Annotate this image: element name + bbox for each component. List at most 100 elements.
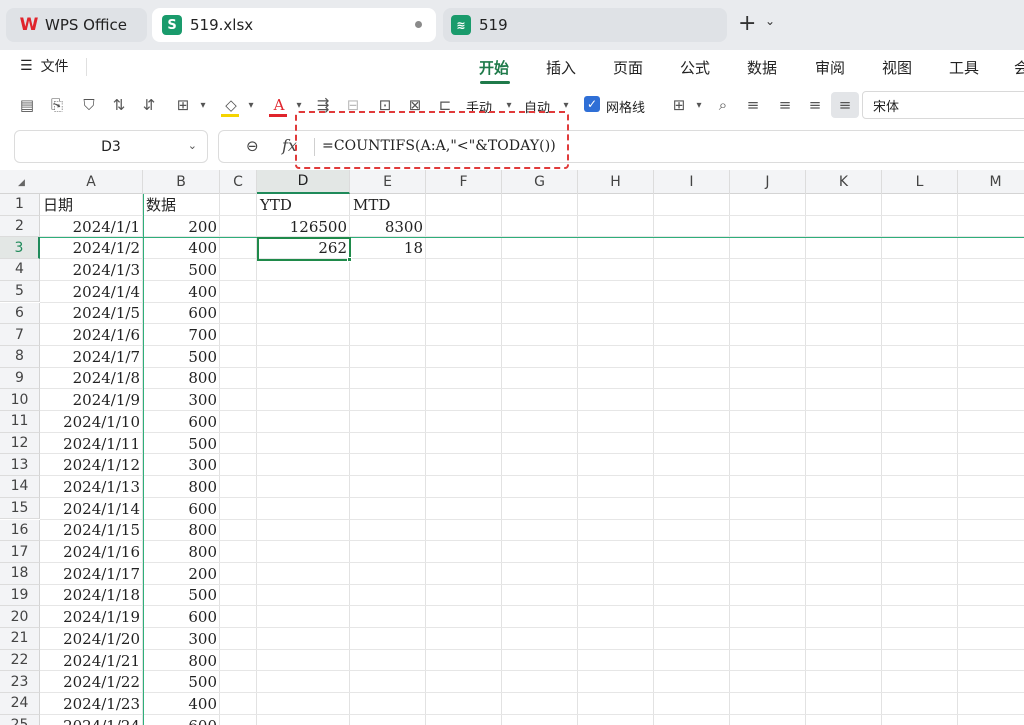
cell-a22[interactable]: 2024/1/21 (40, 650, 143, 672)
cell-b4[interactable]: 500 (143, 259, 220, 281)
row-header-19[interactable]: 19 (0, 584, 40, 607)
freeze-panes-dropdown-icon[interactable]: ▾ (688, 94, 710, 116)
cell-a10[interactable]: 2024/1/9 (40, 389, 143, 411)
sort-descending-icon[interactable]: ⇵ (138, 94, 160, 116)
column-header-f[interactable]: F (426, 170, 502, 194)
cell-e2[interactable]: 8300 (350, 216, 426, 238)
new-tab-dropdown-icon[interactable]: ⌄ (765, 14, 775, 28)
cell-b18[interactable]: 200 (143, 563, 220, 585)
cell-a20[interactable]: 2024/1/19 (40, 606, 143, 628)
cell-b17[interactable]: 800 (143, 541, 220, 563)
cell-b10[interactable]: 300 (143, 389, 220, 411)
row-header-1[interactable]: 1 (0, 194, 40, 216)
row-header-16[interactable]: 16 (0, 519, 40, 542)
cell-b20[interactable]: 600 (143, 606, 220, 628)
unsaved-dot-icon[interactable] (415, 21, 422, 28)
column-header-d[interactable]: D (257, 170, 350, 194)
cell-a3[interactable]: 2024/1/2 (40, 237, 143, 259)
cell-b16[interactable]: 800 (143, 520, 220, 542)
cell-b2[interactable]: 200 (143, 216, 220, 238)
cell-b1[interactable]: 数据 (143, 194, 220, 216)
cell-a23[interactable]: 2024/1/22 (40, 671, 143, 693)
column-header-i[interactable]: I (654, 170, 730, 194)
row-header-15[interactable]: 15 (0, 497, 40, 520)
cell-b12[interactable]: 500 (143, 433, 220, 455)
name-box[interactable]: D3 ⌄ (14, 130, 208, 163)
cell-a9[interactable]: 2024/1/8 (40, 368, 143, 390)
column-header-j[interactable]: J (730, 170, 806, 194)
borders-icon[interactable]: ⊞ (172, 94, 194, 116)
cell-d2[interactable]: 126500 (257, 216, 350, 238)
freeze-panes-icon[interactable]: ⊞ (668, 94, 690, 116)
row-header-25[interactable]: 25 (0, 714, 40, 725)
cell-a12[interactable]: 2024/1/11 (40, 433, 143, 455)
cell-a17[interactable]: 2024/1/16 (40, 541, 143, 563)
column-header-h[interactable]: H (578, 170, 654, 194)
find-icon[interactable]: ⌕ (712, 94, 734, 116)
cell-e3[interactable]: 18 (350, 237, 426, 259)
cell-a7[interactable]: 2024/1/6 (40, 324, 143, 346)
cell-a18[interactable]: 2024/1/17 (40, 563, 143, 585)
row-header-11[interactable]: 11 (0, 411, 40, 433)
row-header-10[interactable]: 10 (0, 389, 40, 411)
cell-b11[interactable]: 600 (143, 411, 220, 433)
sort-ascending-icon[interactable]: ⇅ (108, 94, 130, 116)
cell-b5[interactable]: 400 (143, 281, 220, 303)
name-box-dropdown-icon[interactable]: ⌄ (188, 139, 197, 152)
row-header-21[interactable]: 21 (0, 628, 40, 650)
cell-a5[interactable]: 2024/1/4 (40, 281, 143, 303)
column-header-g[interactable]: G (502, 170, 578, 194)
cell-b24[interactable]: 400 (143, 693, 220, 715)
cell-b8[interactable]: 500 (143, 346, 220, 368)
cell-e1[interactable]: MTD (350, 194, 426, 216)
column-header-l[interactable]: L (882, 170, 958, 194)
menu-tab-insert[interactable]: 插入 (546, 57, 576, 78)
row-header-23[interactable]: 23 (0, 671, 40, 694)
cell-b19[interactable]: 500 (143, 585, 220, 607)
cell-b6[interactable]: 600 (143, 303, 220, 325)
cell-b9[interactable]: 800 (143, 368, 220, 390)
row-header-3[interactable]: 3 (0, 237, 40, 260)
cell-b7[interactable]: 700 (143, 324, 220, 346)
column-header-b[interactable]: B (143, 170, 220, 194)
row-header-6[interactable]: 6 (0, 302, 40, 325)
row-header-12[interactable]: 12 (0, 432, 40, 455)
filter-icon[interactable]: ⛉ (78, 94, 100, 116)
cell-b23[interactable]: 500 (143, 671, 220, 693)
row-header-17[interactable]: 17 (0, 541, 40, 563)
file-menu[interactable]: ☰ 文件 (20, 56, 69, 76)
gridlines-checkbox[interactable]: ✓ (584, 96, 600, 112)
cell-b21[interactable]: 300 (143, 628, 220, 650)
column-header-m[interactable]: M (958, 170, 1024, 194)
align-left-icon[interactable]: ≡ (742, 94, 764, 116)
menu-tab-data[interactable]: 数据 (747, 57, 777, 78)
column-header-a[interactable]: A (40, 170, 143, 194)
cell-b13[interactable]: 300 (143, 454, 220, 476)
cell-a8[interactable]: 2024/1/7 (40, 346, 143, 368)
cell-b15[interactable]: 600 (143, 498, 220, 520)
cell-a2[interactable]: 2024/1/1 (40, 216, 143, 238)
cell-d1[interactable]: YTD (257, 194, 350, 216)
menu-tab-review[interactable]: 审阅 (815, 57, 845, 78)
spreadsheet-grid[interactable]: ◢ A B C D E F G H I J K L M 1 日期 数据 YTD MTD 2 2024/1/1 200 12… (0, 170, 1024, 725)
row-header-18[interactable]: 18 (0, 562, 40, 585)
row-header-5[interactable]: 5 (0, 280, 40, 303)
select-all-corner[interactable]: ◢ (18, 178, 25, 188)
align-right-icon[interactable]: ≡ (804, 94, 826, 116)
borders-dropdown-icon[interactable]: ▾ (192, 94, 214, 116)
row-header-2[interactable]: 2 (0, 215, 40, 238)
row-header-9[interactable]: 9 (0, 367, 40, 390)
row-header-20[interactable]: 20 (0, 606, 40, 628)
menu-tab-home[interactable]: 开始 (479, 57, 509, 78)
menu-tab-view[interactable]: 视图 (882, 57, 912, 78)
cell-b22[interactable]: 800 (143, 650, 220, 672)
number-format-icon[interactable]: ▤ (16, 94, 38, 116)
menu-tab-more[interactable]: 会 (1014, 57, 1024, 78)
new-tab-plus-icon[interactable]: + (738, 12, 756, 36)
menu-tab-page[interactable]: 页面 (613, 57, 643, 78)
cell-b14[interactable]: 800 (143, 476, 220, 498)
menu-tab-tools[interactable]: 工具 (949, 57, 979, 78)
cell-b3[interactable]: 400 (143, 237, 220, 259)
column-header-e[interactable]: E (350, 170, 426, 194)
row-header-7[interactable]: 7 (0, 324, 40, 346)
